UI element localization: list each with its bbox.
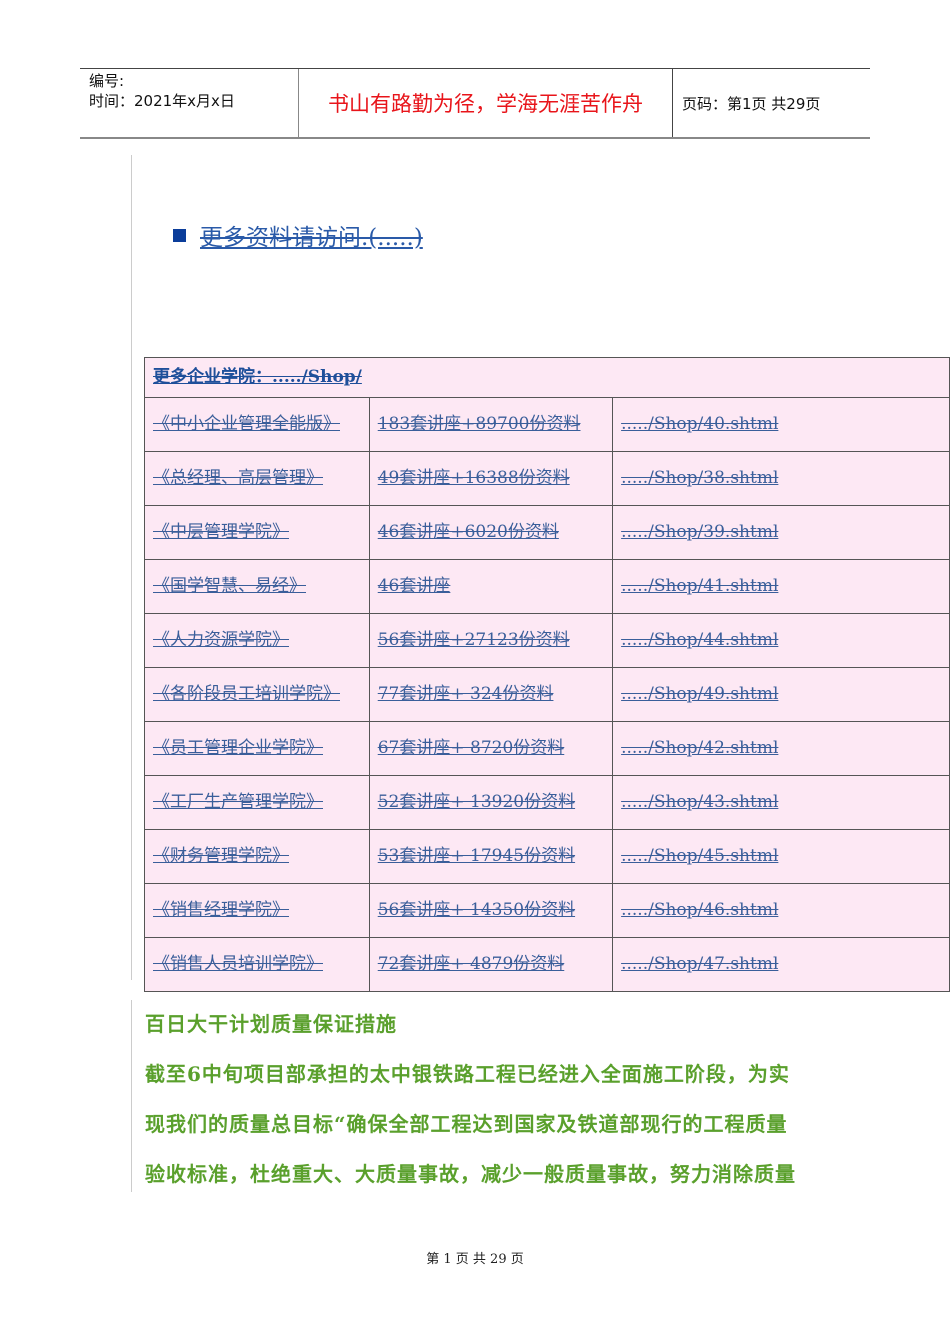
table-cell: ...../Shop/39.shtml: [612, 505, 950, 560]
url-link[interactable]: ...../Shop/41.shtml: [621, 576, 778, 596]
table-cell: ...../Shop/42.shtml: [612, 721, 950, 776]
table-cell: ...../Shop/40.shtml: [612, 397, 950, 452]
body-line: 验收标准，杜绝重大、大质量事故，减少一般质量事故，努力消除质量: [145, 1162, 796, 1186]
table-cell: 《总经理、高层管理》: [144, 451, 370, 506]
table-title-link[interactable]: 更多企业学院：...../Shop/: [153, 367, 362, 387]
section-heading: 百日大干计划质量保证措施: [145, 1012, 397, 1036]
table-row: 《员工管理企业学院》 67套讲座+ 8720份资料 ...../Shop/42.sh…: [144, 721, 950, 776]
table-cell: ...../Shop/38.shtml: [612, 451, 950, 506]
table-cell: 56套讲座+27123份资料: [368, 613, 614, 668]
table-cell: ...../Shop/47.shtml: [612, 937, 950, 992]
table-cell: ...../Shop/45.shtml: [612, 829, 950, 884]
table-cell: 53套讲座+ 17945份资料: [368, 829, 614, 884]
number-label: 编号:: [89, 72, 125, 90]
table-cell: 72套讲座+ 4879份资料: [368, 937, 614, 992]
table-row: 《总经理、高层管理》 49套讲座+16388份资料 ...../Shop/38.sh…: [144, 451, 950, 506]
square-bullet-icon: [173, 228, 186, 242]
course-link[interactable]: 《总经理、高层管理》: [153, 468, 323, 488]
resource-count-link[interactable]: 56套讲座+27123份资料: [378, 630, 570, 650]
resource-count-link[interactable]: 72套讲座+ 4879份资料: [378, 954, 565, 974]
url-link[interactable]: ...../Shop/39.shtml: [621, 522, 778, 542]
table-cell: 67套讲座+ 8720份资料: [368, 721, 614, 776]
table-row: 《中小企业管理全能版》 183套讲座+89700份资料 ...../Shop/40.…: [144, 397, 950, 452]
resource-count-link[interactable]: 46套讲座: [378, 576, 451, 596]
table-title[interactable]: 更多企业学院：...../Shop/: [144, 357, 950, 398]
course-link[interactable]: 《工厂生产管理学院》: [153, 792, 323, 812]
table-cell: 46套讲座+6020份资料: [368, 505, 614, 560]
table-cell: 《工厂生产管理学院》: [144, 775, 370, 830]
course-link[interactable]: 《销售经理学院》: [153, 900, 289, 920]
course-link[interactable]: 《中层管理学院》: [153, 522, 289, 542]
resource-count-link[interactable]: 52套讲座+ 13920份资料: [378, 792, 575, 812]
page-header: 编号: 时间：2021年x月x日 书山有路勤为径，学海无涯苦作舟 页码：第1页 …: [80, 68, 870, 139]
course-link[interactable]: 《财务管理学院》: [153, 846, 289, 866]
resources-table: 更多企业学院：...../Shop/ 《中小企业管理全能版》 183套讲座+897…: [144, 357, 950, 992]
course-link[interactable]: 《各阶段员工培训学院》: [153, 684, 340, 704]
table-cell: 《中层管理学院》: [144, 505, 370, 560]
margin-line: [131, 155, 132, 980]
table-row: 《工厂生产管理学院》 52套讲座+ 13920份资料 ...../Shop/43.s…: [144, 775, 950, 830]
table-cell: ...../Shop/41.shtml: [612, 559, 950, 614]
course-link[interactable]: 《人力资源学院》: [153, 630, 289, 650]
table-cell: 《财务管理学院》: [144, 829, 370, 884]
url-link[interactable]: ...../Shop/46.shtml: [621, 900, 778, 920]
table-cell: 46套讲座: [368, 559, 614, 614]
header-meta: 编号: 时间：2021年x月x日: [80, 69, 299, 137]
resource-count-link[interactable]: 183套讲座+89700份资料: [378, 414, 581, 434]
table-cell: 52套讲座+ 13920份资料: [368, 775, 614, 830]
url-link[interactable]: ...../Shop/38.shtml: [621, 468, 778, 488]
url-link[interactable]: ...../Shop/45.shtml: [621, 846, 778, 866]
table-cell: 77套讲座+ 324份资料: [368, 667, 614, 722]
table-cell: 《销售经理学院》: [144, 883, 370, 938]
table-row: 《销售人员培训学院》 72套讲座+ 4879份资料 ...../Shop/47.sh…: [144, 937, 950, 992]
page-footer: 第 1 页 共 29 页: [426, 1252, 524, 1267]
table-cell: 183套讲座+89700份资料: [368, 397, 614, 452]
header-page-info: 页码：第1页 共29页: [682, 94, 821, 113]
table-row: 《中层管理学院》 46套讲座+6020份资料 ...../Shop/39.shtml: [144, 505, 950, 560]
date-label: 时间：2021年x月x日: [89, 92, 235, 110]
more-resources-link[interactable]: 更多资料请访问.(.....): [200, 218, 423, 252]
body-line: 截至6中旬项目部承担的太中银铁路工程已经进入全面施工阶段，为实: [145, 1062, 790, 1086]
table-cell: ...../Shop/44.shtml: [612, 613, 950, 668]
table-cell: 《中小企业管理全能版》: [144, 397, 370, 452]
table-cell: 《人力资源学院》: [144, 613, 370, 668]
url-link[interactable]: ...../Shop/40.shtml: [621, 414, 778, 434]
margin-line: [131, 1000, 132, 1192]
url-link[interactable]: ...../Shop/43.shtml: [621, 792, 778, 812]
header-motto: 书山有路勤为径，学海无涯苦作舟: [299, 69, 673, 137]
url-link[interactable]: ...../Shop/49.shtml: [621, 684, 778, 704]
resource-count-link[interactable]: 67套讲座+ 8720份资料: [378, 738, 565, 758]
table-cell: 《国学智慧、易经》: [144, 559, 370, 614]
table-row: 《国学智慧、易经》 46套讲座 ...../Shop/41.shtml: [144, 559, 950, 614]
table-cell: 《销售人员培训学院》: [144, 937, 370, 992]
more-resources: 更多资料请访问.(.....): [173, 218, 423, 252]
table-cell: ...../Shop/46.shtml: [612, 883, 950, 938]
document-page: 编号: 时间：2021年x月x日 书山有路勤为径，学海无涯苦作舟 页码：第1页 …: [0, 0, 950, 1344]
resource-count-link[interactable]: 46套讲座+6020份资料: [378, 522, 559, 542]
table-cell: 56套讲座+ 14350份资料: [368, 883, 614, 938]
table-cell: 49套讲座+16388份资料: [368, 451, 614, 506]
course-link[interactable]: 《销售人员培训学院》: [153, 954, 323, 974]
table-row: 《销售经理学院》 56套讲座+ 14350份资料 ...../Shop/46.sht…: [144, 883, 950, 938]
table-cell: 《员工管理企业学院》: [144, 721, 370, 776]
resource-count-link[interactable]: 77套讲座+ 324份资料: [378, 684, 554, 704]
body-line: 现我们的质量总目标“确保全部工程达到国家及铁道部现行的工程质量: [145, 1112, 788, 1136]
table-cell: ...../Shop/49.shtml: [612, 667, 950, 722]
table-row: 《人力资源学院》 56套讲座+27123份资料 ...../Shop/44.shtm…: [144, 613, 950, 668]
url-link[interactable]: ...../Shop/42.shtml: [621, 738, 778, 758]
table-row: 《财务管理学院》 53套讲座+ 17945份资料 ...../Shop/45.sht…: [144, 829, 950, 884]
table-cell: 《各阶段员工培训学院》: [144, 667, 370, 722]
resource-count-link[interactable]: 49套讲座+16388份资料: [378, 468, 570, 488]
course-link[interactable]: 《中小企业管理全能版》: [153, 414, 340, 434]
course-link[interactable]: 《国学智慧、易经》: [153, 576, 306, 596]
url-link[interactable]: ...../Shop/44.shtml: [621, 630, 778, 650]
table-cell: ...../Shop/43.shtml: [612, 775, 950, 830]
course-link[interactable]: 《员工管理企业学院》: [153, 738, 323, 758]
resource-count-link[interactable]: 53套讲座+ 17945份资料: [378, 846, 575, 866]
resource-count-link[interactable]: 56套讲座+ 14350份资料: [378, 900, 575, 920]
table-row: 《各阶段员工培训学院》 77套讲座+ 324份资料 ...../Shop/49.sh…: [144, 667, 950, 722]
url-link[interactable]: ...../Shop/47.shtml: [621, 954, 778, 974]
